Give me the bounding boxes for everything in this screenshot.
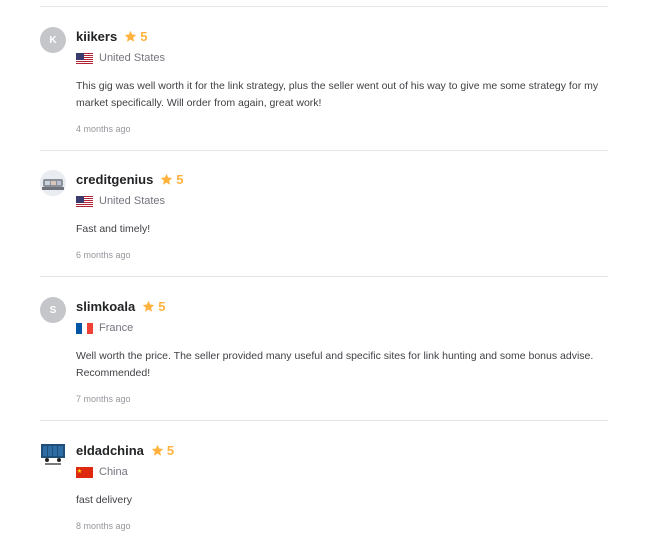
review-header: slimkoala 5 (76, 297, 608, 315)
review-content: slimkoala 5 France Well worth the price.… (76, 297, 608, 404)
country-name: United States (99, 195, 166, 207)
fr-flag-icon (76, 322, 93, 334)
review-divider (40, 150, 608, 151)
review-time: 8 months ago (76, 521, 131, 531)
user-photo-icon (40, 170, 66, 196)
avatar[interactable] (40, 170, 66, 196)
username[interactable]: eldadchina (76, 443, 144, 458)
country-row: China (76, 465, 608, 479)
username[interactable]: creditgenius (76, 172, 153, 187)
avatar[interactable]: K (40, 27, 66, 53)
cn-flag-icon (76, 466, 93, 478)
review-divider (40, 276, 608, 277)
user-logo-icon (41, 444, 65, 465)
country-row: United States (76, 194, 608, 208)
review-divider (40, 6, 608, 7)
review-content: eldadchina 5 China fast delivery 8 month… (76, 441, 608, 531)
star-icon (143, 300, 155, 312)
review-time: 7 months ago (76, 394, 131, 404)
review-text: Well worth the price. The seller provide… (76, 350, 594, 379)
review-content: kiikers 5 United States This gig was wel… (76, 27, 608, 134)
avatar[interactable] (40, 441, 66, 467)
review-time: 4 months ago (76, 124, 131, 134)
review-content: creditgenius 5 United States Fast and ti… (76, 170, 608, 260)
country-row: France (76, 321, 608, 335)
review-time: 6 months ago (76, 250, 131, 260)
avatar[interactable]: S (40, 297, 66, 323)
us-flag-icon (76, 195, 93, 207)
country-name: France (99, 322, 134, 334)
username[interactable]: kiikers (76, 29, 117, 44)
review-text: fast delivery (76, 494, 133, 506)
country-name: United States (99, 52, 166, 64)
star-icon (161, 173, 173, 185)
review-text: Fast and timely! (76, 223, 151, 235)
review-header: creditgenius 5 (76, 170, 608, 188)
star-icon (125, 30, 137, 42)
rating-value: 5 (140, 28, 148, 44)
country-row: United States (76, 51, 608, 65)
star-icon (151, 444, 164, 456)
review-text: This gig was well worth it for the link … (76, 80, 599, 109)
rating-value: 5 (158, 298, 166, 314)
review-header: eldadchina 5 (76, 441, 608, 459)
review-header: kiikers 5 (76, 27, 608, 45)
rating-value: 5 (166, 442, 175, 458)
rating-value: 5 (176, 171, 184, 187)
us-flag-icon (76, 52, 93, 64)
username[interactable]: slimkoala (76, 299, 135, 314)
review-divider (40, 420, 608, 421)
country-name: China (99, 466, 128, 478)
